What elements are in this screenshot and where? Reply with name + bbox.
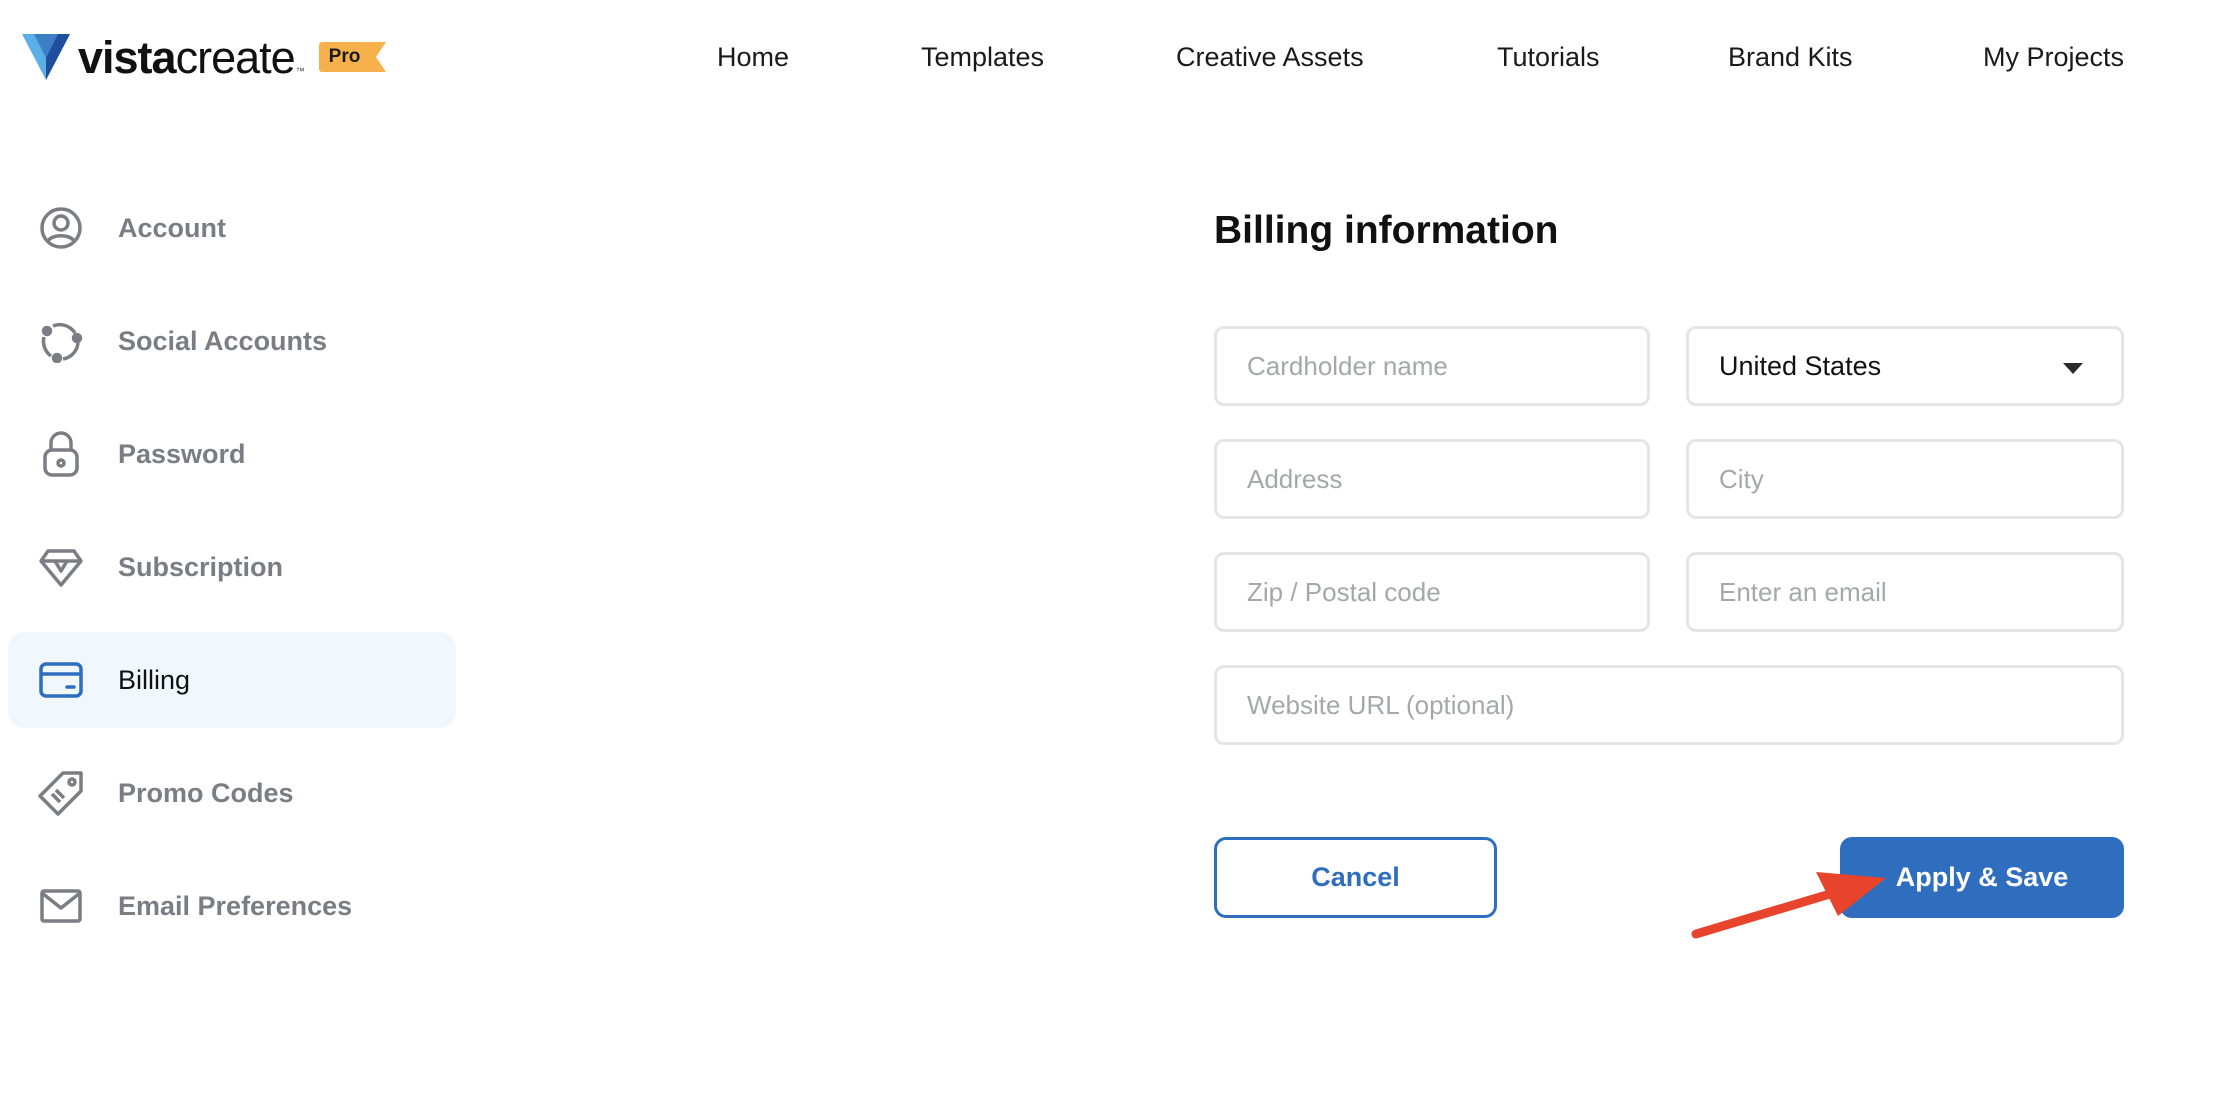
address-input[interactable]: [1214, 439, 1650, 519]
email-input[interactable]: [1686, 552, 2124, 632]
sidebar-item-promo-codes[interactable]: Promo Codes: [8, 745, 456, 841]
envelope-icon: [38, 883, 84, 929]
sidebar-item-billing[interactable]: Billing: [8, 632, 456, 728]
cardholder-name-input[interactable]: [1214, 326, 1650, 406]
zip-code-input[interactable]: [1214, 552, 1650, 632]
cancel-button[interactable]: Cancel: [1214, 837, 1497, 918]
website-url-input[interactable]: [1214, 665, 2124, 745]
nav-brand-kits[interactable]: Brand Kits: [1728, 42, 1853, 73]
nav-home[interactable]: Home: [717, 42, 789, 73]
chevron-down-icon: [2063, 363, 2083, 374]
diamond-icon: [38, 544, 84, 590]
nav-templates[interactable]: Templates: [921, 42, 1044, 73]
sidebar-item-label: Social Accounts: [118, 325, 328, 356]
sidebar-item-password[interactable]: Password: [8, 406, 456, 502]
lock-icon: [38, 431, 84, 477]
tag-icon: [38, 770, 84, 816]
billing-title: Billing information: [1214, 209, 1559, 252]
nav-tutorials[interactable]: Tutorials: [1497, 42, 1600, 73]
sidebar-item-subscription[interactable]: Subscription: [8, 519, 456, 615]
social-share-icon: [38, 318, 84, 364]
sidebar-item-label: Promo Codes: [118, 777, 294, 808]
sidebar-item-label: Password: [118, 438, 246, 469]
sidebar-item-label: Email Preferences: [118, 890, 353, 921]
country-select[interactable]: United States: [1686, 326, 2124, 406]
credit-card-icon: [38, 657, 84, 703]
sidebar-item-label: Billing: [118, 664, 191, 695]
sidebar-item-label: Subscription: [118, 551, 284, 582]
sidebar-item-account[interactable]: Account: [8, 180, 456, 276]
sidebar-item-label: Account: [118, 212, 226, 243]
country-select-value: United States: [1719, 350, 1882, 381]
nav-my-projects[interactable]: My Projects: [1983, 42, 2124, 73]
sidebar-item-social-accounts[interactable]: Social Accounts: [8, 293, 456, 389]
sidebar-item-email-preferences[interactable]: Email Preferences: [8, 858, 456, 954]
main-nav: Home Templates Creative Assets Tutorials…: [0, 42, 2240, 76]
nav-creative-assets[interactable]: Creative Assets: [1176, 42, 1364, 73]
top-header: vistacreate ™ Pro Home Templates Creativ…: [0, 0, 2240, 118]
user-circle-icon: [38, 205, 84, 251]
settings-sidebar: Account Social Accounts Password Subscri…: [8, 180, 456, 971]
city-input[interactable]: [1686, 439, 2124, 519]
apply-save-button[interactable]: Apply & Save: [1840, 837, 2124, 918]
